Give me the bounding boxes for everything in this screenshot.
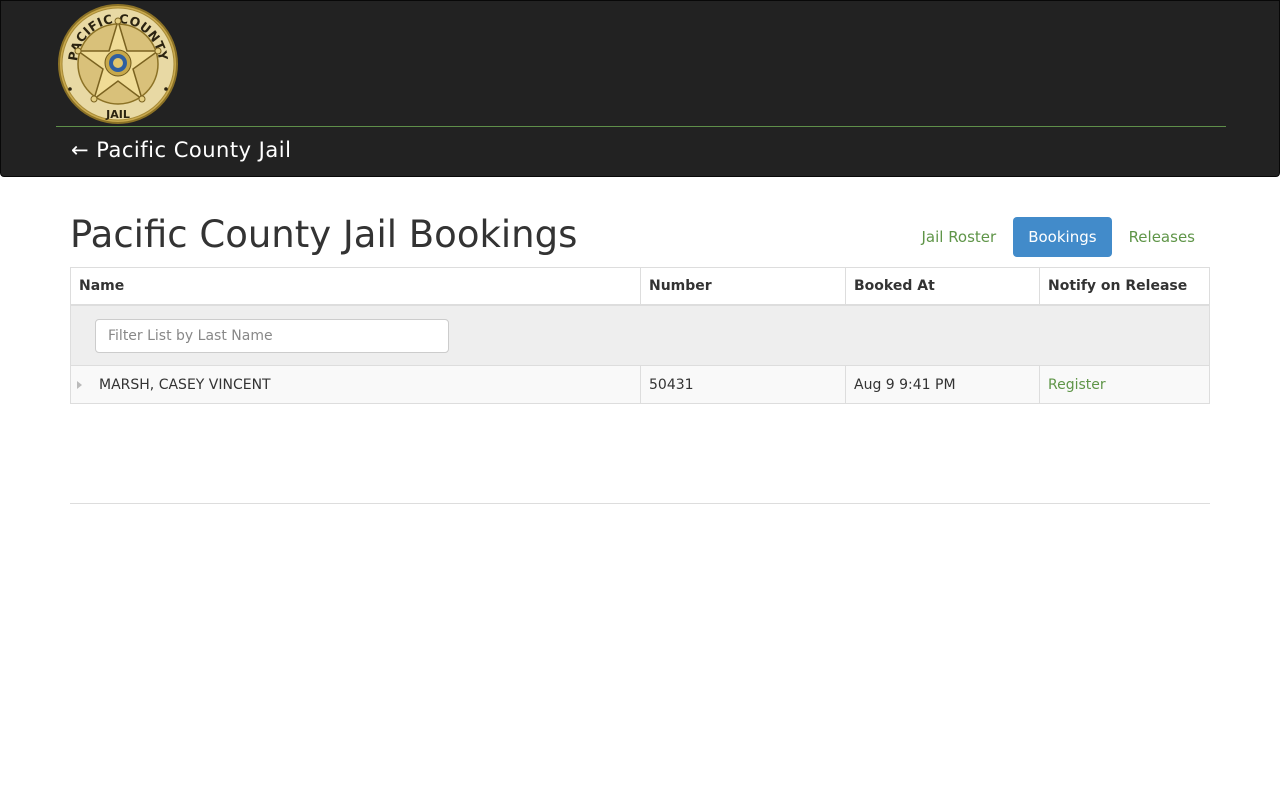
table-row[interactable]: MARSH, CASEY VINCENT 50431 Aug 9 9:41 PM…	[71, 366, 1209, 403]
tab-bookings[interactable]: Bookings	[1013, 217, 1112, 257]
column-header-booked-at[interactable]: Booked At	[846, 268, 1040, 304]
last-name-filter-input[interactable]	[95, 318, 449, 353]
logo-jail-text: JAIL	[105, 108, 130, 121]
table-header-row: Name Number Booked At Notify on Release	[71, 268, 1209, 306]
site-header: PACIFIC COUNTY JAIL ← Pacific County Jai…	[0, 0, 1280, 177]
name-cell: MARSH, CASEY VINCENT	[71, 366, 641, 403]
column-header-notify[interactable]: Notify on Release	[1040, 268, 1209, 304]
view-nav: Jail Roster Bookings Releases	[906, 217, 1210, 257]
bookings-table: Name Number Booked At Notify on Release …	[70, 267, 1210, 404]
tab-releases[interactable]: Releases	[1114, 217, 1210, 257]
back-to-jail-link[interactable]: ← Pacific County Jail	[71, 138, 291, 162]
header-divider	[56, 126, 1226, 127]
sheriff-badge-logo[interactable]: PACIFIC COUNTY JAIL	[57, 3, 179, 125]
page-title: Pacific County Jail Bookings	[70, 213, 578, 256]
back-arrow-icon: ←	[71, 138, 90, 162]
booking-number: 50431	[641, 366, 846, 403]
footer-divider	[70, 503, 1210, 504]
expand-caret-icon[interactable]	[77, 380, 82, 389]
notify-cell: Register	[1040, 366, 1209, 403]
back-link-label: Pacific County Jail	[96, 138, 292, 162]
tab-jail-roster[interactable]: Jail Roster	[906, 217, 1011, 257]
booked-at: Aug 9 9:41 PM	[846, 366, 1040, 403]
column-header-name[interactable]: Name	[71, 268, 641, 304]
inmate-name: MARSH, CASEY VINCENT	[99, 376, 271, 393]
register-link[interactable]: Register	[1048, 377, 1106, 393]
column-header-number[interactable]: Number	[641, 268, 846, 304]
filter-row	[71, 306, 1209, 366]
